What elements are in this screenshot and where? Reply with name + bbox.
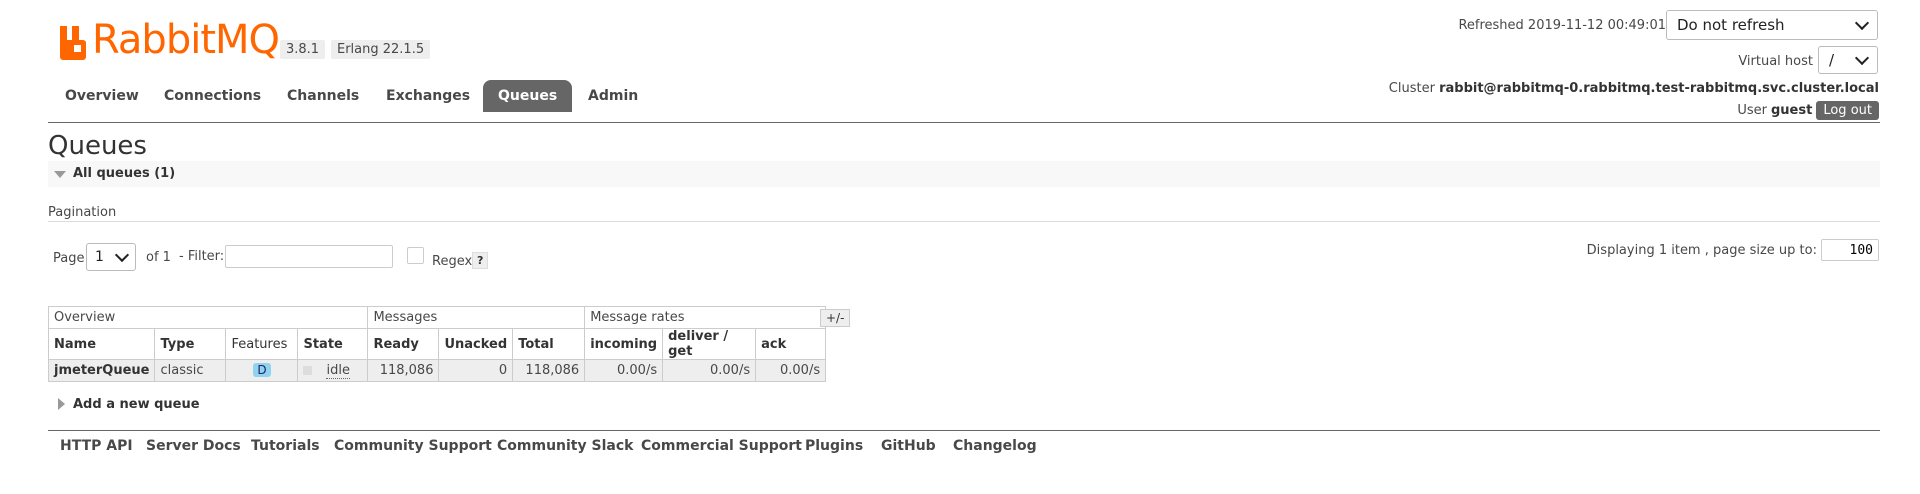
version-badge: 3.8.1	[280, 40, 326, 59]
page-count: of 1	[146, 250, 171, 265]
vhost-label: Virtual host	[1738, 54, 1813, 69]
table-column-header: Name Type Features State Ready Unacked T…	[47, 328, 827, 360]
filter-label: - Filter:	[179, 249, 225, 264]
col-name[interactable]: Name	[47, 328, 156, 360]
page-title: Queues	[48, 131, 147, 161]
footer-link-community-support[interactable]: Community Support	[334, 438, 492, 454]
tab-admin[interactable]: Admin	[573, 80, 653, 112]
refresh-select[interactable]: Do not refresh	[1666, 10, 1878, 40]
tab-queues[interactable]: Queues	[483, 80, 573, 112]
group-messages: Messages	[367, 306, 586, 329]
col-total[interactable]: Total	[512, 328, 586, 360]
queue-incoming: 0.00/s	[584, 359, 664, 382]
cluster-name: rabbit@rabbitmq-0.rabbitmq.test-rabbitmq…	[1439, 81, 1879, 96]
queue-state: idle	[297, 359, 369, 382]
tab-channels[interactable]: Channels	[272, 80, 374, 112]
queue-type: classic	[154, 359, 227, 382]
table-group-header: Overview Messages Message rates	[47, 306, 827, 329]
state-indicator-icon	[303, 366, 313, 375]
refreshed-timestamp: Refreshed 2019-11-12 00:49:01	[1458, 18, 1666, 33]
footer-link-github[interactable]: GitHub	[881, 438, 936, 454]
chevron-down-icon	[1854, 15, 1870, 31]
col-deliver-get[interactable]: deliver / get	[662, 328, 757, 360]
displaying-info: Displaying 1 item , page size up to:	[1586, 243, 1817, 258]
col-unacked[interactable]: Unacked	[438, 328, 514, 360]
queue-total: 118,086	[512, 359, 586, 382]
footer-link-changelog[interactable]: Changelog	[953, 438, 1037, 454]
vhost-select-value: /	[1829, 51, 1835, 69]
vhost-select[interactable]: /	[1818, 46, 1878, 74]
all-queues-section-header[interactable]	[48, 161, 1880, 187]
erlang-version-badge: Erlang 22.1.5	[331, 40, 431, 59]
tab-exchanges[interactable]: Exchanges	[371, 80, 485, 112]
rabbitmq-logo-icon	[60, 26, 86, 60]
footer-divider	[48, 430, 1880, 431]
cluster-info: Cluster rabbit@rabbitmq-0.rabbitmq.test-…	[1389, 81, 1879, 96]
footer-link-http-api[interactable]: HTTP API	[60, 438, 133, 454]
collapse-triangle-icon	[54, 171, 66, 178]
queues-table: Overview Messages Message rates Name Typ…	[47, 306, 827, 382]
chevron-down-icon	[1854, 50, 1870, 66]
page-label: Page	[53, 251, 85, 266]
regex-label: Regex	[432, 254, 473, 269]
footer-link-commercial-support[interactable]: Commercial Support	[641, 438, 802, 454]
col-features: Features	[225, 328, 299, 360]
footer-link-tutorials[interactable]: Tutorials	[251, 438, 320, 454]
brand-name: RabbitMQ	[92, 17, 280, 63]
queue-deliver-get: 0.00/s	[662, 359, 757, 382]
queue-unacked: 0	[438, 359, 514, 382]
group-overview: Overview	[47, 306, 369, 329]
page-select[interactable]: 1	[86, 243, 136, 271]
pagination-label: Pagination	[48, 205, 117, 220]
expand-triangle-icon	[58, 398, 65, 410]
add-queue-toggle[interactable]: Add a new queue	[73, 397, 200, 412]
page-size-input[interactable]	[1821, 239, 1879, 261]
footer-link-plugins[interactable]: Plugins	[805, 438, 863, 454]
queue-ack: 0.00/s	[755, 359, 827, 382]
col-ready[interactable]: Ready	[367, 328, 440, 360]
col-ack[interactable]: ack	[755, 328, 827, 360]
footer-link-community-slack[interactable]: Community Slack	[497, 438, 633, 454]
column-options-button[interactable]: +/-	[820, 309, 851, 327]
rabbitmq-logo[interactable]: RabbitMQ ™	[60, 18, 289, 60]
all-queues-toggle[interactable]: All queues (1)	[73, 166, 175, 181]
refresh-select-value: Do not refresh	[1677, 16, 1785, 34]
user-label: User	[1737, 103, 1767, 118]
user-name: guest	[1771, 103, 1813, 118]
regex-help-button[interactable]: ?	[472, 252, 489, 269]
queue-name-link[interactable]: jmeterQueue	[47, 359, 156, 382]
tab-connections[interactable]: Connections	[149, 80, 276, 112]
regex-checkbox[interactable]	[407, 247, 424, 264]
queue-name[interactable]: jmeterQueue	[54, 363, 149, 378]
table-row[interactable]: jmeterQueue classic D idle 118,086 0 118…	[47, 359, 827, 382]
logout-button[interactable]: Log out	[1816, 101, 1879, 120]
col-incoming[interactable]: incoming	[584, 328, 664, 360]
queue-features: D	[225, 359, 299, 382]
cluster-label: Cluster	[1388, 81, 1435, 96]
filter-input[interactable]	[225, 245, 393, 268]
queue-ready: 118,086	[367, 359, 440, 382]
nav-divider	[48, 122, 1880, 123]
footer-link-server-docs[interactable]: Server Docs	[146, 438, 241, 454]
page-select-value: 1	[95, 249, 104, 265]
col-state[interactable]: State	[297, 328, 369, 360]
durable-badge: D	[253, 363, 271, 377]
pagination-divider	[48, 221, 1880, 222]
state-label: idle	[326, 363, 350, 379]
col-type[interactable]: Type	[154, 328, 227, 360]
group-message-rates: Message rates	[584, 306, 827, 329]
user-info: User guest Log out	[1737, 101, 1879, 120]
tab-overview[interactable]: Overview	[50, 80, 154, 112]
chevron-down-icon	[114, 247, 130, 263]
